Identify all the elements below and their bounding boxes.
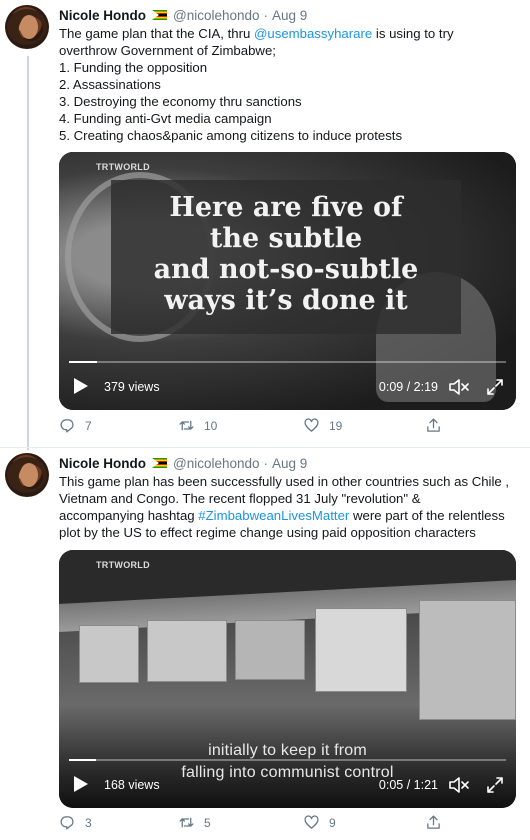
tweet-text-segment: were part of the relentless	[349, 508, 505, 523]
tweet-text: This game plan has been successfully use…	[59, 473, 521, 541]
video-player[interactable]: TRTWORLD initially to keep it from falli…	[59, 550, 516, 808]
share-button[interactable]	[425, 814, 442, 831]
separator-dot: ·	[263, 7, 269, 23]
video-progress-fill	[69, 361, 98, 363]
tweet-text-line: overthrow Government of Zimbabwe;	[59, 43, 276, 58]
video-caption-line: the subtle	[209, 223, 363, 254]
video-time: 0:09 / 2:19	[378, 380, 438, 394]
list-item: 1. Funding the opposition	[59, 60, 208, 75]
play-icon[interactable]	[74, 776, 88, 792]
author-handle[interactable]: @nicolehondo	[173, 456, 260, 471]
video-subtitle: initially to keep it from	[208, 742, 367, 759]
list-item: 2. Assassinations	[59, 77, 161, 92]
view-count: 379 views	[104, 380, 160, 394]
tweet-2[interactable]: Nicole Hondo @nicolehondo · Aug 9 This g…	[0, 448, 530, 840]
tweet-date[interactable]: Aug 9	[272, 456, 307, 471]
reply-button[interactable]: 3	[59, 814, 92, 831]
list-item: 3. Destroying the economy thru sanctions	[59, 94, 302, 109]
retweet-button[interactable]: 10	[178, 417, 217, 434]
mention-link[interactable]: @usembassyharare	[254, 26, 372, 41]
retweet-icon	[179, 817, 194, 828]
video-player[interactable]: TRTWORLD Here are five of the subtle and…	[59, 152, 516, 410]
video-controls: 168 views 0:05 / 1:21	[59, 764, 516, 808]
video-caption-line: ways it’s done it	[164, 285, 408, 316]
video-caption: Here are five of the subtle and not-so-s…	[111, 192, 461, 316]
trt-world-logo: TRTWORLD	[96, 162, 150, 172]
tweet-text: The game plan that the CIA, thru @usemba…	[59, 25, 521, 144]
share-icon	[427, 418, 440, 432]
share-icon	[427, 815, 440, 829]
share-button[interactable]	[425, 417, 442, 434]
like-icon	[304, 815, 319, 829]
video-time: 0:05 / 1:21	[378, 778, 438, 792]
list-item: 5. Creating chaos&panic among citizens t…	[59, 128, 403, 143]
mute-icon[interactable]	[448, 776, 470, 794]
tweet-text-line: plot by the US to effect regime change u…	[59, 525, 476, 540]
reply-count: 7	[85, 418, 92, 433]
video-caption-line: Here are five of	[169, 192, 403, 223]
tweet-text-segment: is using to try	[372, 26, 454, 41]
like-icon	[304, 418, 319, 432]
author-handle[interactable]: @nicolehondo	[173, 8, 260, 23]
reply-icon	[60, 419, 74, 433]
tweet-actions: 3 5 9	[59, 814, 459, 834]
author-name[interactable]: Nicole Hondo	[59, 456, 146, 471]
tweet-text-line: Vietnam and Congo. The recent flopped 31…	[59, 491, 421, 506]
flag-zimbabwe-icon	[152, 458, 167, 468]
reply-button[interactable]: 7	[59, 417, 92, 434]
mute-icon[interactable]	[448, 378, 470, 396]
separator-dot: ·	[263, 455, 269, 471]
tweet-actions: 7 10 19	[59, 417, 459, 437]
retweet-button[interactable]: 5	[178, 814, 211, 831]
trt-world-logo: TRTWORLD	[96, 560, 150, 570]
video-progress-bar[interactable]	[69, 759, 506, 761]
flag-zimbabwe-icon	[152, 10, 167, 20]
video-caption-line: and not-so-subtle	[153, 254, 419, 285]
video-progress-bar[interactable]	[69, 361, 506, 363]
like-count: 9	[329, 815, 336, 830]
tweet-text-segment: The game plan that the CIA, thru	[59, 26, 254, 41]
reply-icon	[60, 816, 74, 830]
tweet-header: Nicole Hondo @nicolehondo · Aug 9	[59, 6, 307, 24]
video-progress-fill	[69, 759, 97, 761]
tweet-text-line: This game plan has been successfully use…	[59, 474, 510, 489]
list-item: 4. Funding anti-Gvt media campaign	[59, 111, 272, 126]
author-name[interactable]: Nicole Hondo	[59, 8, 146, 23]
video-controls: 379 views 0:09 / 2:19	[59, 366, 516, 410]
tweet-header: Nicole Hondo @nicolehondo · Aug 9	[59, 454, 307, 472]
like-button[interactable]: 19	[303, 417, 342, 434]
retweet-icon	[179, 420, 194, 431]
view-count: 168 views	[104, 778, 160, 792]
expand-icon[interactable]	[486, 776, 504, 794]
avatar[interactable]	[5, 453, 49, 497]
hashtag-link[interactable]: #ZimbabweanLivesMatter	[198, 508, 349, 523]
like-count: 19	[329, 418, 343, 433]
avatar[interactable]	[5, 5, 49, 49]
tweet-1[interactable]: Nicole Hondo @nicolehondo · Aug 9 The ga…	[0, 0, 530, 448]
retweet-count: 10	[204, 418, 218, 433]
retweet-count: 5	[204, 815, 211, 830]
like-button[interactable]: 9	[303, 814, 336, 831]
tweet-date[interactable]: Aug 9	[272, 8, 307, 23]
expand-icon[interactable]	[486, 378, 504, 396]
play-icon[interactable]	[74, 378, 88, 394]
reply-count: 3	[85, 815, 92, 830]
tweet-text-segment: accompanying hashtag	[59, 508, 199, 523]
